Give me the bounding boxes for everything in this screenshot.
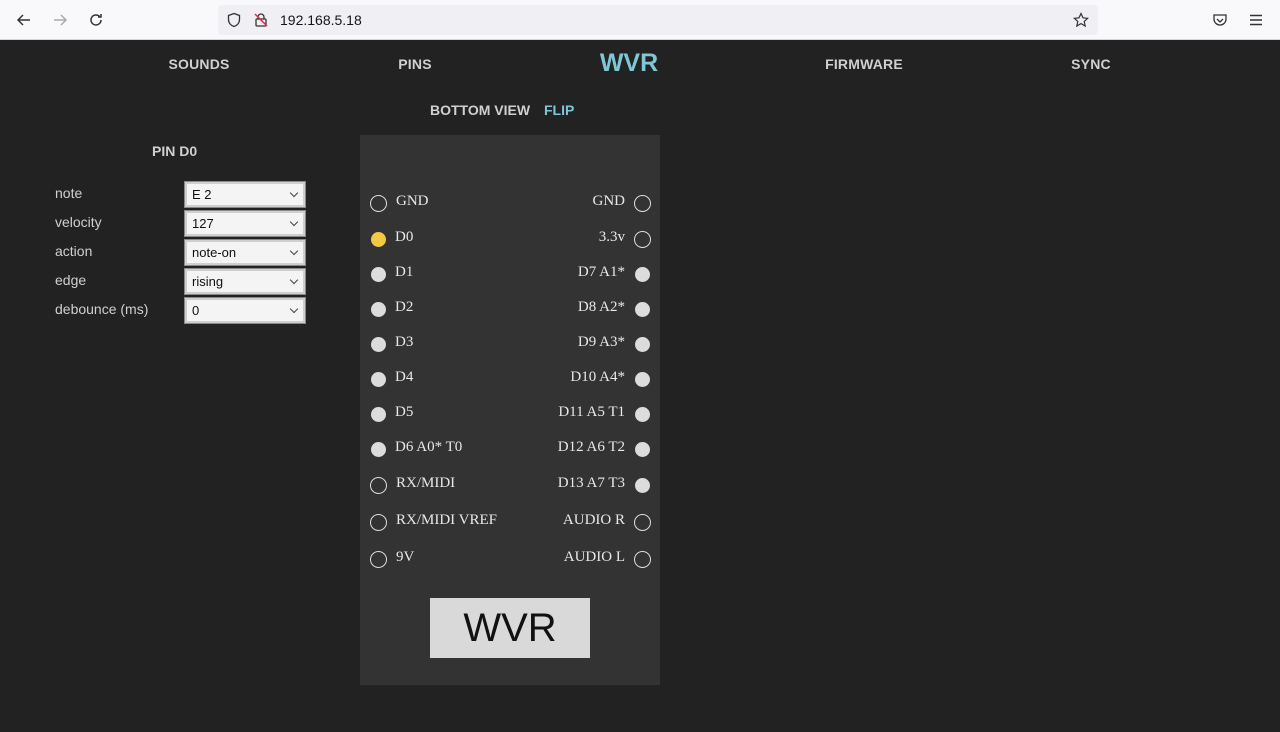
action-label: action — [55, 243, 93, 259]
nav-logo[interactable]: WVR — [600, 49, 658, 78]
pin-left-gnd-dot[interactable] — [369, 194, 387, 212]
pin-left-d3-dot[interactable] — [370, 336, 386, 352]
pin-right-d12-a6-t2-dot[interactable] — [634, 441, 650, 457]
pin-left-d4-label[interactable]: D4 — [395, 369, 413, 386]
edge-label: edge — [55, 272, 87, 288]
pin-right-d7-a1-dot[interactable] — [634, 266, 650, 282]
pin-left-d5-dot[interactable] — [370, 406, 386, 422]
pin-left-rx-midi-vref-label[interactable]: RX/MIDI VREF — [396, 512, 497, 529]
pin-right-d10-a4-label[interactable]: D10 A4* — [570, 369, 625, 386]
browser-toolbar: 192.168.5.18 — [0, 0, 1280, 40]
pin-left-9v-label[interactable]: 9V — [396, 549, 414, 566]
pin-left-d5-label[interactable]: D5 — [395, 404, 413, 421]
velocity-select[interactable]: 127 — [184, 210, 306, 237]
nav-firmware[interactable]: FIRMWARE — [825, 56, 903, 72]
pin-left-d3-label[interactable]: D3 — [395, 334, 413, 351]
pin-right-3-3v-label[interactable]: 3.3v — [599, 229, 625, 246]
debounce-label: debounce (ms) — [55, 301, 149, 317]
nav-sync[interactable]: SYNC — [1071, 56, 1111, 72]
pin-right-d9-a3-label[interactable]: D9 A3* — [578, 334, 625, 351]
shield-icon[interactable] — [226, 12, 242, 28]
board-logo: WVR — [430, 598, 590, 658]
debounce-select[interactable]: 0 — [184, 297, 306, 324]
chevron-down-icon — [289, 217, 299, 227]
chevron-down-icon — [289, 188, 299, 198]
note-select[interactable]: E 2 — [184, 181, 306, 208]
menu-icon[interactable] — [1245, 9, 1267, 31]
velocity-label: velocity — [55, 214, 102, 230]
app-nav: SOUNDS PINS WVR FIRMWARE SYNC — [0, 40, 1280, 88]
chevron-down-icon — [289, 275, 299, 285]
pin-left-d6-a0-t0-dot[interactable] — [370, 441, 386, 457]
pin-right-d12-a6-t2-label[interactable]: D12 A6 T2 — [558, 439, 625, 456]
pin-left-d1-label[interactable]: D1 — [395, 264, 413, 281]
pin-right-d9-a3-dot[interactable] — [634, 336, 650, 352]
note-label: note — [55, 185, 83, 201]
forward-icon[interactable] — [49, 9, 71, 31]
pin-right-d13-a7-t3-dot[interactable] — [634, 477, 650, 493]
pin-right-audio-r-label[interactable]: AUDIO R — [563, 512, 625, 529]
flip-button[interactable]: FLIP — [544, 102, 574, 118]
nav-sounds[interactable]: SOUNDS — [168, 56, 229, 72]
chevron-down-icon — [289, 246, 299, 256]
view-label: BOTTOM VIEW — [430, 102, 531, 118]
back-icon[interactable] — [13, 9, 35, 31]
pin-left-d2-label[interactable]: D2 — [395, 299, 413, 316]
board-diagram: WVR GND D0 D1 D2 D3 D4 D5 D6 A0* T0 RX/MIDI RX/MI… — [360, 135, 660, 685]
pin-left-d0-label[interactable]: D0 — [395, 229, 413, 246]
pin-right-audio-l-label[interactable]: AUDIO L — [564, 549, 625, 566]
edge-value: rising — [192, 274, 224, 289]
note-value: E 2 — [192, 187, 212, 202]
edge-select[interactable]: rising — [184, 268, 306, 295]
pin-right-gnd-label[interactable]: GND — [593, 193, 626, 210]
pin-right-d7-a1-label[interactable]: D7 A1* — [578, 264, 625, 281]
reload-icon[interactable] — [85, 9, 107, 31]
insecure-lock-icon[interactable] — [253, 12, 269, 28]
action-select[interactable]: note-on — [184, 239, 306, 266]
pin-left-rx-midi-vref-dot[interactable] — [369, 513, 387, 531]
pin-left-d6-a0-t0-label[interactable]: D6 A0* T0 — [395, 439, 462, 456]
pin-left-rx-midi-label[interactable]: RX/MIDI — [396, 475, 455, 492]
debounce-value: 0 — [192, 303, 200, 318]
bookmark-star-icon[interactable] — [1073, 12, 1089, 28]
action-value: note-on — [192, 245, 237, 260]
pin-left-d4-dot[interactable] — [370, 371, 386, 387]
pin-right-gnd-dot[interactable] — [633, 194, 651, 212]
velocity-value: 127 — [192, 216, 214, 231]
url-text: 192.168.5.18 — [280, 12, 362, 28]
pin-right-d11-a5-t1-label[interactable]: D11 A5 T1 — [558, 404, 625, 421]
pin-left-gnd-label[interactable]: GND — [396, 193, 429, 210]
nav-pins[interactable]: PINS — [398, 56, 431, 72]
url-bar[interactable]: 192.168.5.18 — [218, 5, 1098, 35]
pin-config-title: PIN D0 — [152, 143, 198, 159]
pin-left-d2-dot[interactable] — [370, 301, 386, 317]
pin-right-d10-a4-dot[interactable] — [634, 371, 650, 387]
view-toggle-bar: BOTTOM VIEW FLIP — [430, 102, 574, 118]
pin-right-3-3v-dot[interactable] — [633, 230, 651, 248]
pocket-icon[interactable] — [1209, 9, 1231, 31]
pin-right-d13-a7-t3-label[interactable]: D13 A7 T3 — [558, 475, 625, 492]
pin-right-d8-a2-label[interactable]: D8 A2* — [578, 299, 625, 316]
pin-left-d1-dot[interactable] — [370, 266, 386, 282]
pin-right-audio-l-dot[interactable] — [633, 550, 651, 568]
pin-right-d8-a2-dot[interactable] — [634, 301, 650, 317]
pin-right-audio-r-dot[interactable] — [633, 513, 651, 531]
pin-left-d0-dot[interactable] — [370, 231, 386, 247]
pin-left-rx-midi-dot[interactable] — [369, 476, 387, 494]
chevron-down-icon — [289, 304, 299, 314]
pin-left-9v-dot[interactable] — [369, 550, 387, 568]
pin-right-d11-a5-t1-dot[interactable] — [634, 406, 650, 422]
